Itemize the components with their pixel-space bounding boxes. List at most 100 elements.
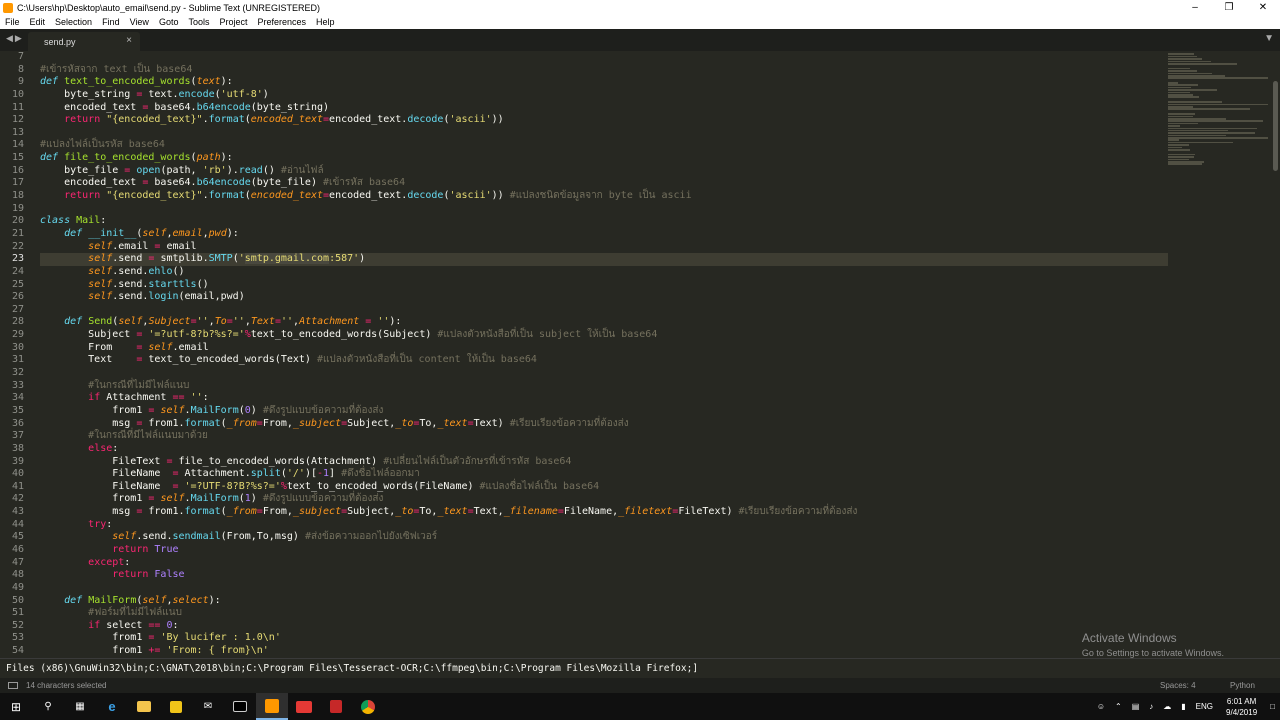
tray-chevron-icon[interactable]: ⌃ (1110, 702, 1127, 711)
volume-icon[interactable]: ♪ (1144, 702, 1158, 711)
code-line[interactable] (40, 203, 1168, 216)
panel-toggle-icon[interactable] (8, 682, 18, 689)
code-line[interactable]: except: (40, 557, 1168, 570)
menu-selection[interactable]: Selection (50, 17, 97, 27)
code-line[interactable]: FileName = Attachment.split('/')[-1] #ดึ… (40, 468, 1168, 481)
code-area[interactable]: #เข้ารหัสจาก text เป็น base64 def text_to… (40, 51, 1168, 658)
menu-file[interactable]: File (0, 17, 25, 27)
code-line[interactable]: from1 = self.MailForm(0) #ดึงรูปแบบข้อคว… (40, 405, 1168, 418)
file-explorer-button[interactable] (128, 693, 160, 720)
notifications-icon[interactable]: □ (1265, 702, 1280, 711)
code-line[interactable]: self.send = smtplib.SMTP('smtp.gmail.com… (40, 253, 1168, 266)
close-button[interactable]: ✕ (1246, 0, 1280, 15)
code-token: format (184, 417, 221, 429)
code-line[interactable]: def __init__(self,email,pwd): (40, 228, 1168, 241)
tab-send-py[interactable]: send.py × (28, 32, 140, 51)
code-line[interactable]: self.send.sendmail(From,To,msg) #ส่งข้อค… (40, 531, 1168, 544)
menu-help[interactable]: Help (311, 17, 340, 27)
code-line[interactable]: msg = from1.format(_from=From,_subject=S… (40, 506, 1168, 519)
code-line[interactable]: class Mail: (40, 215, 1168, 228)
code-line[interactable]: msg = from1.format(_from=From,_subject=S… (40, 418, 1168, 431)
code-line[interactable]: #แปลงไฟล์เป็นรหัส base64 (40, 139, 1168, 152)
code-line[interactable]: if select == 0: (40, 620, 1168, 633)
edge-button[interactable]: e (96, 693, 128, 720)
code-line[interactable]: def Send(self,Subject='',To='',Text='',A… (40, 316, 1168, 329)
code-line[interactable]: self.email = email (40, 241, 1168, 254)
code-token: try (88, 518, 107, 530)
indentation-setting[interactable]: Spaces: 4 (1160, 681, 1196, 690)
code-line[interactable]: return True (40, 544, 1168, 557)
menu-tools[interactable]: Tools (183, 17, 214, 27)
language-indicator[interactable]: ENG (1191, 702, 1218, 711)
network-icon[interactable]: ▤ (1127, 702, 1145, 711)
store-button[interactable] (160, 693, 192, 720)
menu-find[interactable]: Find (97, 17, 125, 27)
code-line[interactable]: def file_to_encoded_words(path): (40, 152, 1168, 165)
code-editor[interactable]: 7 8 9 10 11 12 13 14 15 16 17 18 19 20 21 22 23 24 25 26 27 2… (0, 51, 1280, 658)
code-line[interactable]: #ฟอร์มที่ไม่มีไฟล์แนบ (40, 607, 1168, 620)
code-line[interactable]: #เข้ารหัสจาก text เป็น base64 (40, 64, 1168, 77)
code-line[interactable]: byte_string = text.encode('utf-8') (40, 89, 1168, 102)
code-line[interactable] (40, 304, 1168, 317)
code-line[interactable]: return "{encoded_text}".format(encoded_t… (40, 190, 1168, 203)
terminal-button[interactable] (224, 693, 256, 720)
code-line[interactable] (40, 127, 1168, 140)
tab-dropdown-icon[interactable]: ▼ (1264, 33, 1274, 44)
code-line[interactable]: From = self.email (40, 342, 1168, 355)
minimize-button[interactable]: – (1178, 0, 1212, 15)
menu-project[interactable]: Project (214, 17, 252, 27)
code-line[interactable]: Text = text_to_encoded_words(Text) #แปลง… (40, 354, 1168, 367)
code-line[interactable]: from1 = self.MailForm(1) #ดึงรูปแบบข้อคว… (40, 493, 1168, 506)
code-line[interactable]: def text_to_encoded_words(text): (40, 76, 1168, 89)
mail-button[interactable]: ✉ (192, 693, 224, 720)
code-line[interactable]: self.send.ehlo() (40, 266, 1168, 279)
code-line[interactable]: Subject = '=?utf-8?b?%s?='%text_to_encod… (40, 329, 1168, 342)
code-line[interactable]: FileName = '=?UTF-8?B?%s?='%text_to_enco… (40, 481, 1168, 494)
search-button[interactable]: ⚲ (32, 693, 64, 720)
syntax-selector[interactable]: Python (1230, 681, 1255, 690)
menu-view[interactable]: View (125, 17, 154, 27)
code-line[interactable]: self.send.login(email,pwd) (40, 291, 1168, 304)
code-line[interactable]: encoded_text = base64.b64encode(byte_str… (40, 102, 1168, 115)
people-icon[interactable]: ☺ (1092, 702, 1110, 711)
console-panel[interactable]: Files (x86)\GnuWin32\bin;C:\GNAT\2018\bi… (0, 658, 1280, 678)
menu-preferences[interactable]: Preferences (252, 17, 311, 27)
menu-goto[interactable]: Goto (154, 17, 184, 27)
battery-icon[interactable]: ▮ (1176, 702, 1190, 711)
acrobat-button[interactable] (320, 693, 352, 720)
vertical-scrollbar[interactable] (1270, 51, 1280, 658)
code-line[interactable] (40, 51, 1168, 64)
code-line[interactable]: byte_file = open(path, 'rb').read() #อ่า… (40, 165, 1168, 178)
sublime-text-button[interactable] (256, 693, 288, 720)
code-line[interactable]: if Attachment == '': (40, 392, 1168, 405)
tab-nav-arrows-icon[interactable]: ◀▶ (6, 33, 24, 44)
code-line[interactable] (40, 367, 1168, 380)
cloud-icon[interactable]: ☁ (1158, 702, 1176, 711)
code-line[interactable]: FileText = file_to_encoded_words(Attachm… (40, 456, 1168, 469)
code-line[interactable]: try: (40, 519, 1168, 532)
start-button[interactable]: ⊞ (0, 693, 32, 720)
code-line[interactable]: encoded_text = base64.b64encode(byte_fil… (40, 177, 1168, 190)
code-line[interactable]: #ในกรณีที่มีไฟล์แนบมาด้วย (40, 430, 1168, 443)
chrome-button[interactable] (352, 693, 384, 720)
code-line[interactable]: def MailForm(self,select): (40, 595, 1168, 608)
code-line[interactable]: from1 = 'By lucifer : 1.0\n' (40, 632, 1168, 645)
clock[interactable]: 6:01 AM 9/4/2019 (1218, 696, 1265, 718)
code-line[interactable]: else: (40, 443, 1168, 456)
code-line[interactable]: from1 += 'From: { from}\n' (40, 645, 1168, 658)
code-token: format (208, 190, 245, 202)
sublime-icon (265, 698, 279, 713)
menu-edit[interactable]: Edit (25, 17, 51, 27)
maximize-button[interactable]: ❐ (1212, 0, 1246, 15)
media-app-button[interactable] (288, 693, 320, 720)
code-line[interactable] (40, 582, 1168, 595)
code-line[interactable]: #ในกรณีที่ไม่มีไฟล์แนบ (40, 380, 1168, 393)
task-view-button[interactable]: ▦ (64, 693, 96, 720)
scrollbar-thumb[interactable] (1273, 81, 1278, 171)
code-line[interactable]: return False (40, 569, 1168, 582)
tab-close-icon[interactable]: × (126, 35, 132, 46)
minimap[interactable] (1168, 51, 1268, 181)
code-line[interactable]: return "{encoded_text}".format(encoded_t… (40, 114, 1168, 127)
code-line[interactable]: self.send.starttls() (40, 279, 1168, 292)
